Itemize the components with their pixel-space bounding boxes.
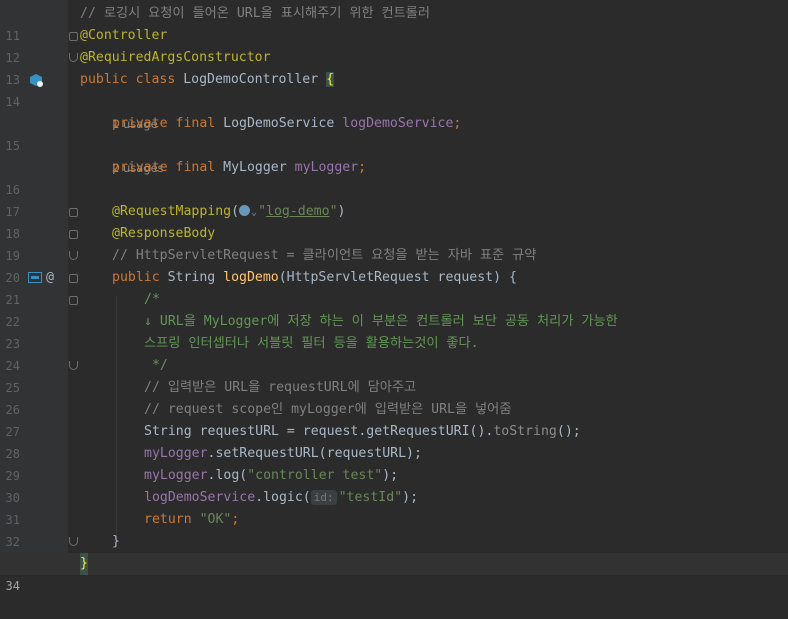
method-signature: (HttpServletRequest request) {	[278, 270, 517, 285]
fold-toggle-icon[interactable]	[69, 32, 78, 41]
class-name: LogDemoController	[183, 72, 327, 87]
annotation-args-constructor: @RequiredArgsConstructor	[80, 50, 271, 65]
field-name: logDemoService	[144, 490, 256, 505]
closing-brace: }	[80, 553, 88, 575]
fold-toggle-icon[interactable]	[69, 208, 78, 217]
statement-end: ();	[556, 424, 581, 439]
code-line-17[interactable]: 17	[0, 179, 788, 219]
semicolon: ;	[231, 512, 240, 527]
fold-end-icon[interactable]	[69, 537, 78, 546]
keyword-text: return	[144, 512, 200, 527]
annotation-request-mapping: @RequestMapping	[112, 204, 232, 219]
block-comment: */	[144, 358, 168, 373]
code-line-22[interactable]: 22 /*	[0, 289, 788, 329]
type-name: MyLogger	[223, 160, 295, 175]
code-line-24[interactable]: 24 스프링 인터셉터나 서블릿 필터 등을 활용하는것이 좋다.	[0, 333, 788, 373]
parameter-hint: id:	[310, 490, 337, 505]
method-call: toString	[493, 424, 557, 439]
code-line-21[interactable]: 21 @ public String logDemo(HttpServletRe…	[0, 267, 788, 307]
type-name: LogDemoService	[223, 116, 343, 131]
statement-end: );	[382, 468, 399, 483]
code-line-13[interactable]: 13 @RequiredArgsConstructor	[0, 47, 788, 87]
code-line-23[interactable]: 23 ↓ URL을 MyLogger에 저장 하는 이 부분은 컨트롤러 보단 …	[0, 311, 788, 351]
code-line-20[interactable]: 20 // HttpServletRequest = 클라이언트 요청을 받는 …	[0, 245, 788, 285]
string-literal: "OK"	[199, 512, 232, 527]
string-quote: "	[329, 204, 338, 219]
field-name: myLogger	[144, 468, 208, 483]
keyword-text: public class	[80, 72, 184, 87]
at-annotation-icon[interactable]: @	[46, 267, 54, 289]
code-line-16[interactable]: 16 private final MyLogger myLogger;	[0, 157, 788, 197]
field-name: myLogger	[144, 446, 208, 461]
comment-text: // HttpServletRequest = 클라이언트 요청을 받는 자바 …	[112, 248, 537, 263]
code-line-33[interactable]: 33 }	[0, 531, 788, 571]
paren-close: )	[337, 204, 346, 219]
keyword-text: private final	[112, 116, 224, 131]
comment-text: // 입력받은 URL을 requestURL에 담아주고	[144, 380, 417, 395]
request-mapping-icon[interactable]	[28, 272, 42, 283]
usage-hint-line[interactable]: 2 usages	[0, 135, 788, 175]
spring-bean-icon[interactable]	[29, 73, 43, 87]
block-comment: 스프링 인터셉터나 서블릿 필터 등을 활용하는것이 좋다.	[144, 336, 479, 351]
usage-hint-line[interactable]: 1 usage	[0, 91, 788, 131]
string-quote: "	[258, 204, 267, 219]
code-line-27[interactable]: 27 // request scope인 myLogger에 입력받은 URL을…	[0, 399, 788, 439]
globe-icon[interactable]	[239, 205, 251, 216]
fold-end-icon[interactable]	[69, 251, 78, 260]
code-line-14[interactable]: 14 public class LogDemoController {	[0, 69, 788, 109]
statement-text: .setRequestURL(requestURL);	[207, 446, 422, 461]
code-line-18[interactable]: 18 @RequestMapping(⌄"log-demo")	[0, 201, 788, 241]
keyword-text: private final	[112, 160, 224, 175]
annotation-response-body: @ResponseBody	[112, 226, 216, 241]
statement-text: .log(	[207, 468, 248, 483]
code-line-11[interactable]: 11 // 로깅시 요청이 들어온 URL을 표시해주기 위한 컨트롤러	[0, 3, 788, 43]
code-line-31[interactable]: 31 logDemoService.logic(id: "testId");	[0, 487, 788, 527]
url-link[interactable]: log-demo	[266, 204, 330, 219]
annotation-controller: @Controller	[80, 28, 168, 43]
code-line-30[interactable]: 30 myLogger.log("controller test");	[0, 465, 788, 505]
statement-text: .logic(	[255, 490, 311, 505]
code-line-28[interactable]: 28 String requestURL = request.getReques…	[0, 421, 788, 461]
string-literal: "testId"	[338, 490, 403, 505]
comment-text: // 로깅시 요청이 들어온 URL을 표시해주기 위한 컨트롤러	[80, 6, 431, 21]
field-name: logDemoService	[342, 116, 454, 131]
block-comment: ↓ URL을 MyLogger에 저장 하는 이 부분은 컨트롤러 보단 공동 …	[144, 314, 618, 329]
fold-toggle-icon[interactable]	[69, 230, 78, 239]
line-number: 34	[5, 579, 20, 593]
chevron-down-icon[interactable]: ⌄	[251, 207, 257, 218]
block-comment: /*	[144, 292, 160, 307]
fold-toggle-icon[interactable]	[69, 274, 78, 283]
code-line-15[interactable]: 15 private final LogDemoService logDemoS…	[0, 113, 788, 153]
method-name: logDemo	[223, 270, 279, 285]
string-literal: "controller test"	[247, 468, 383, 483]
semicolon: ;	[358, 160, 367, 175]
semicolon: ;	[453, 116, 462, 131]
brace-open: {	[326, 72, 335, 87]
paren-open: (	[231, 204, 240, 219]
fold-end-icon[interactable]	[69, 53, 78, 62]
code-line-34[interactable]: 34 }	[0, 553, 788, 593]
type-name: String	[167, 270, 224, 285]
statement-end: );	[402, 490, 419, 505]
fold-toggle-icon[interactable]	[69, 296, 78, 305]
code-line-12[interactable]: 12 @Controller	[0, 25, 788, 65]
code-line-19[interactable]: 19 @ResponseBody	[0, 223, 788, 263]
keyword-text: public	[112, 270, 168, 285]
code-line-25[interactable]: 25 */	[0, 355, 788, 395]
code-line-29[interactable]: 29 myLogger.setRequestURL(requestURL);	[0, 443, 788, 483]
field-name: myLogger	[294, 160, 359, 175]
code-line-26[interactable]: 26 // 입력받은 URL을 requestURL에 담아주고	[0, 377, 788, 417]
statement-text: String requestURL = request.getRequestUR…	[144, 424, 494, 439]
fold-end-icon[interactable]	[69, 361, 78, 370]
comment-text: // request scope인 myLogger에 입력받은 URL을 넣어…	[144, 402, 512, 417]
closing-brace: }	[112, 534, 120, 549]
code-line-32[interactable]: 32 return "OK";	[0, 509, 788, 549]
